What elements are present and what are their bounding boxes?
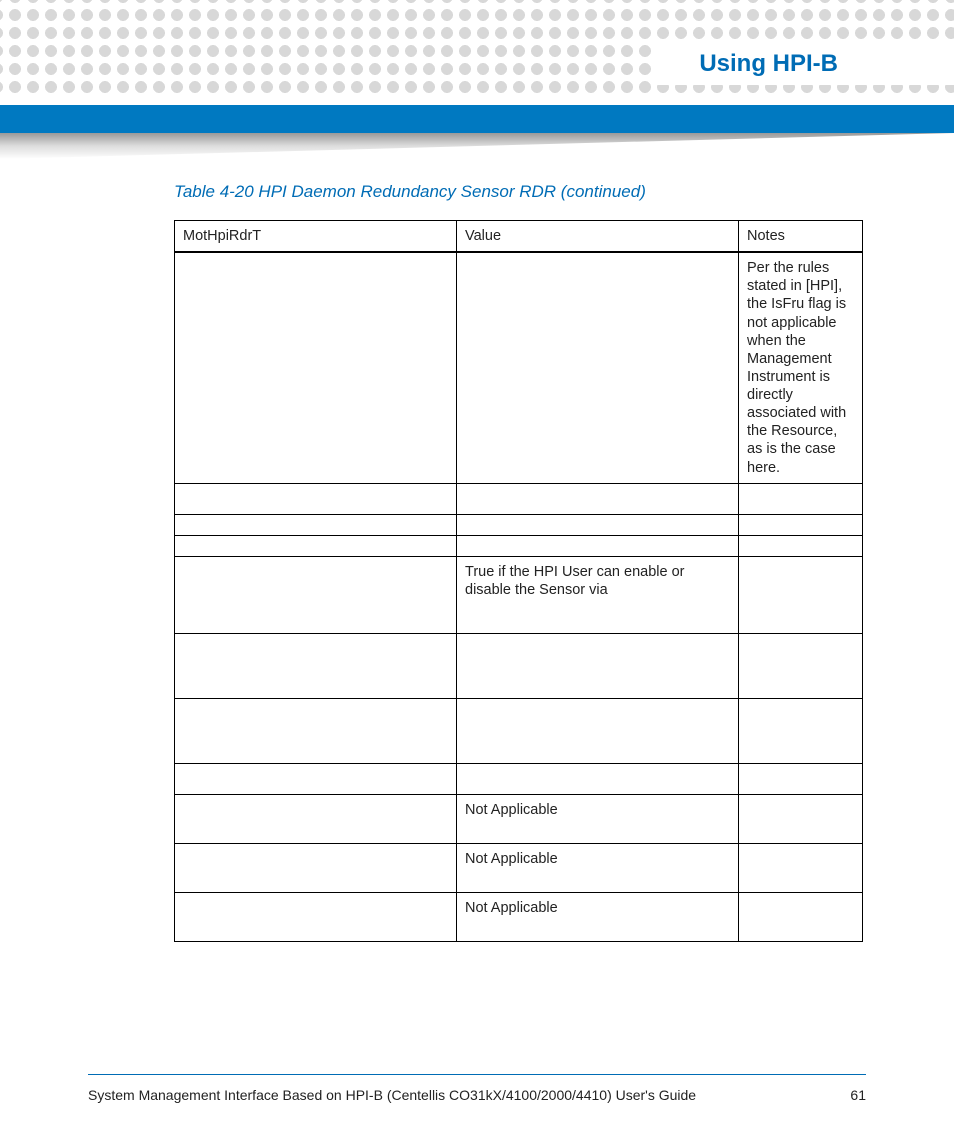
cell <box>739 794 863 843</box>
cell <box>457 514 739 535</box>
footer-doc-title: System Management Interface Based on HPI… <box>88 1087 696 1103</box>
cell <box>739 483 863 514</box>
cell <box>739 535 863 556</box>
cell <box>739 514 863 535</box>
table-caption: Table 4-20 HPI Daemon Redundancy Sensor … <box>174 182 860 202</box>
table-row <box>175 514 863 535</box>
cell: True if the HPI User can enable or disab… <box>457 556 739 633</box>
col-header-value: Value <box>457 221 739 253</box>
table-body: Per the rules stated in [HPI], the IsFru… <box>175 252 863 942</box>
footer-rule <box>88 1074 866 1075</box>
table-row: Not Applicable <box>175 794 863 843</box>
cell <box>175 483 457 514</box>
cell <box>175 556 457 633</box>
col-header-mothpirdrt: MotHpiRdrT <box>175 221 457 253</box>
table-row: True if the HPI User can enable or disab… <box>175 556 863 633</box>
cell <box>175 844 457 893</box>
col-header-notes: Notes <box>739 221 863 253</box>
cell <box>739 893 863 942</box>
cell <box>175 698 457 763</box>
page-footer: System Management Interface Based on HPI… <box>88 1087 866 1103</box>
cell <box>175 633 457 698</box>
table-header-row: MotHpiRdrT Value Notes <box>175 221 863 253</box>
cell: Not Applicable <box>457 844 739 893</box>
cell <box>739 844 863 893</box>
chapter-title: Using HPI-B <box>681 48 846 80</box>
header-blue-bar <box>0 105 954 133</box>
cell <box>739 633 863 698</box>
cell: Per the rules stated in [HPI], the IsFru… <box>739 252 863 483</box>
table-row: Not Applicable <box>175 844 863 893</box>
cell: Not Applicable <box>457 794 739 843</box>
cell <box>175 794 457 843</box>
table-row: Not Applicable <box>175 893 863 942</box>
cell <box>175 514 457 535</box>
header-shadow-wedge <box>0 133 954 159</box>
cell <box>457 633 739 698</box>
cell <box>739 763 863 794</box>
cell <box>739 556 863 633</box>
table-row <box>175 483 863 514</box>
cell <box>457 698 739 763</box>
table-row <box>175 633 863 698</box>
cell <box>175 893 457 942</box>
table-row <box>175 535 863 556</box>
cell <box>457 535 739 556</box>
cell <box>175 763 457 794</box>
cell <box>175 535 457 556</box>
cell <box>457 252 739 483</box>
table-row <box>175 698 863 763</box>
cell <box>457 763 739 794</box>
table-row: Per the rules stated in [HPI], the IsFru… <box>175 252 863 483</box>
cell: Not Applicable <box>457 893 739 942</box>
page-content: Table 4-20 HPI Daemon Redundancy Sensor … <box>174 182 860 942</box>
footer-page-number: 61 <box>850 1087 866 1103</box>
table-row <box>175 763 863 794</box>
cell <box>739 698 863 763</box>
cell <box>175 252 457 483</box>
rdr-table: MotHpiRdrT Value Notes Per the rules sta… <box>174 220 863 942</box>
cell <box>457 483 739 514</box>
